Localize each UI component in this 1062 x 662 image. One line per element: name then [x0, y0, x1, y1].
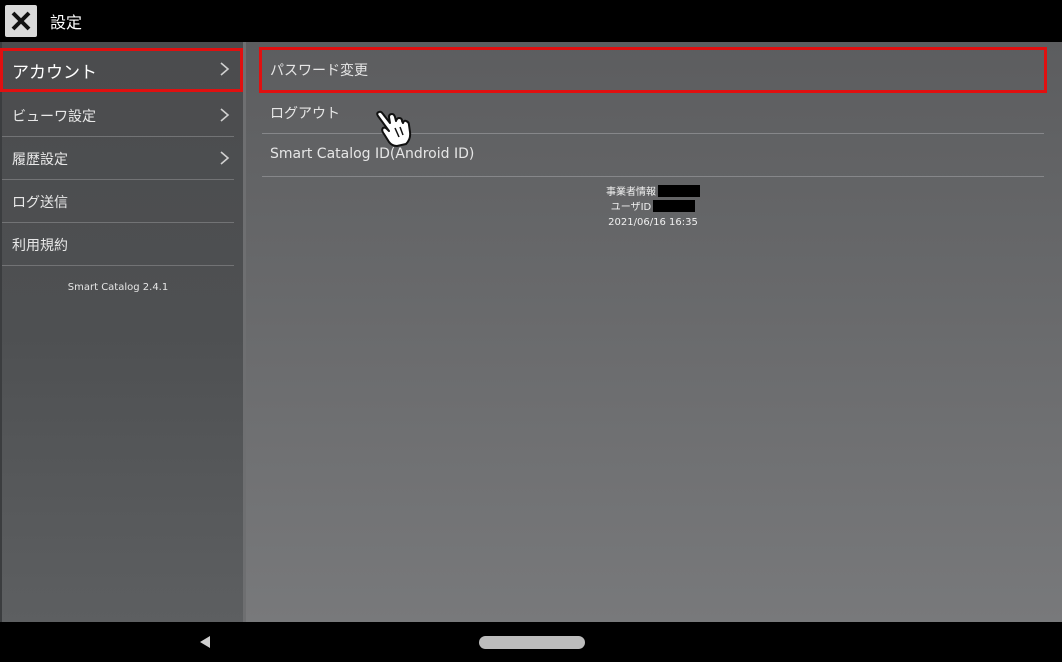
sidebar: アカウント ビューワ設定 履歴設定 ログ送信 利用規約 Smart Catalo… [2, 42, 246, 622]
sidebar-item-account[interactable]: アカウント [2, 48, 234, 91]
pointer-hand-icon [376, 110, 412, 147]
home-pill[interactable] [479, 636, 585, 649]
user-id-line: ユーザID [262, 200, 1044, 215]
password-change-row[interactable]: パスワード変更 [262, 48, 1044, 91]
sidebar-item-label: ログ送信 [12, 195, 68, 211]
user-id-label: ユーザID [610, 202, 652, 213]
redacted-value [653, 200, 696, 212]
page-title: 設定 [50, 13, 83, 32]
sidebar-item-label: ビューワ設定 [12, 109, 96, 125]
account-panel: パスワード変更 ログアウト Smart Catalog ID(Android I… [246, 42, 1062, 622]
redacted-value [658, 185, 700, 197]
business-info-line: 事業者情報 [262, 185, 1044, 200]
sidebar-item-label: アカウント [12, 63, 97, 83]
sidebar-item-send-log[interactable]: ログ送信 [2, 180, 234, 223]
sidebar-item-viewer-settings[interactable]: ビューワ設定 [2, 94, 234, 137]
back-icon[interactable] [198, 634, 212, 650]
app-version: Smart Catalog 2.4.1 [67, 282, 169, 293]
navigation-bar [0, 622, 1062, 662]
row-label: Smart Catalog ID(Android ID) [270, 146, 475, 162]
top-bar: 設定 [0, 0, 1062, 42]
row-label: パスワード変更 [270, 63, 368, 79]
main-area: アカウント ビューワ設定 履歴設定 ログ送信 利用規約 Smart Catalo… [0, 42, 1062, 622]
chevron-right-icon [220, 108, 230, 122]
info-datetime: 2021/06/16 16:35 [608, 217, 698, 228]
sidebar-item-terms[interactable]: 利用規約 [2, 223, 234, 266]
account-info: 事業者情報 ユーザID 2021/06/16 16:35 [262, 185, 1044, 230]
row-label: ログアウト [270, 106, 340, 122]
chevron-right-icon [220, 62, 230, 76]
sidebar-item-history-settings[interactable]: 履歴設定 [2, 137, 234, 180]
close-icon [11, 11, 31, 31]
business-info-label: 事業者情報 [606, 187, 656, 198]
sidebar-item-label: 利用規約 [12, 238, 68, 254]
chevron-right-icon [220, 151, 230, 165]
close-button[interactable] [5, 5, 37, 37]
sidebar-item-label: 履歴設定 [12, 152, 68, 168]
